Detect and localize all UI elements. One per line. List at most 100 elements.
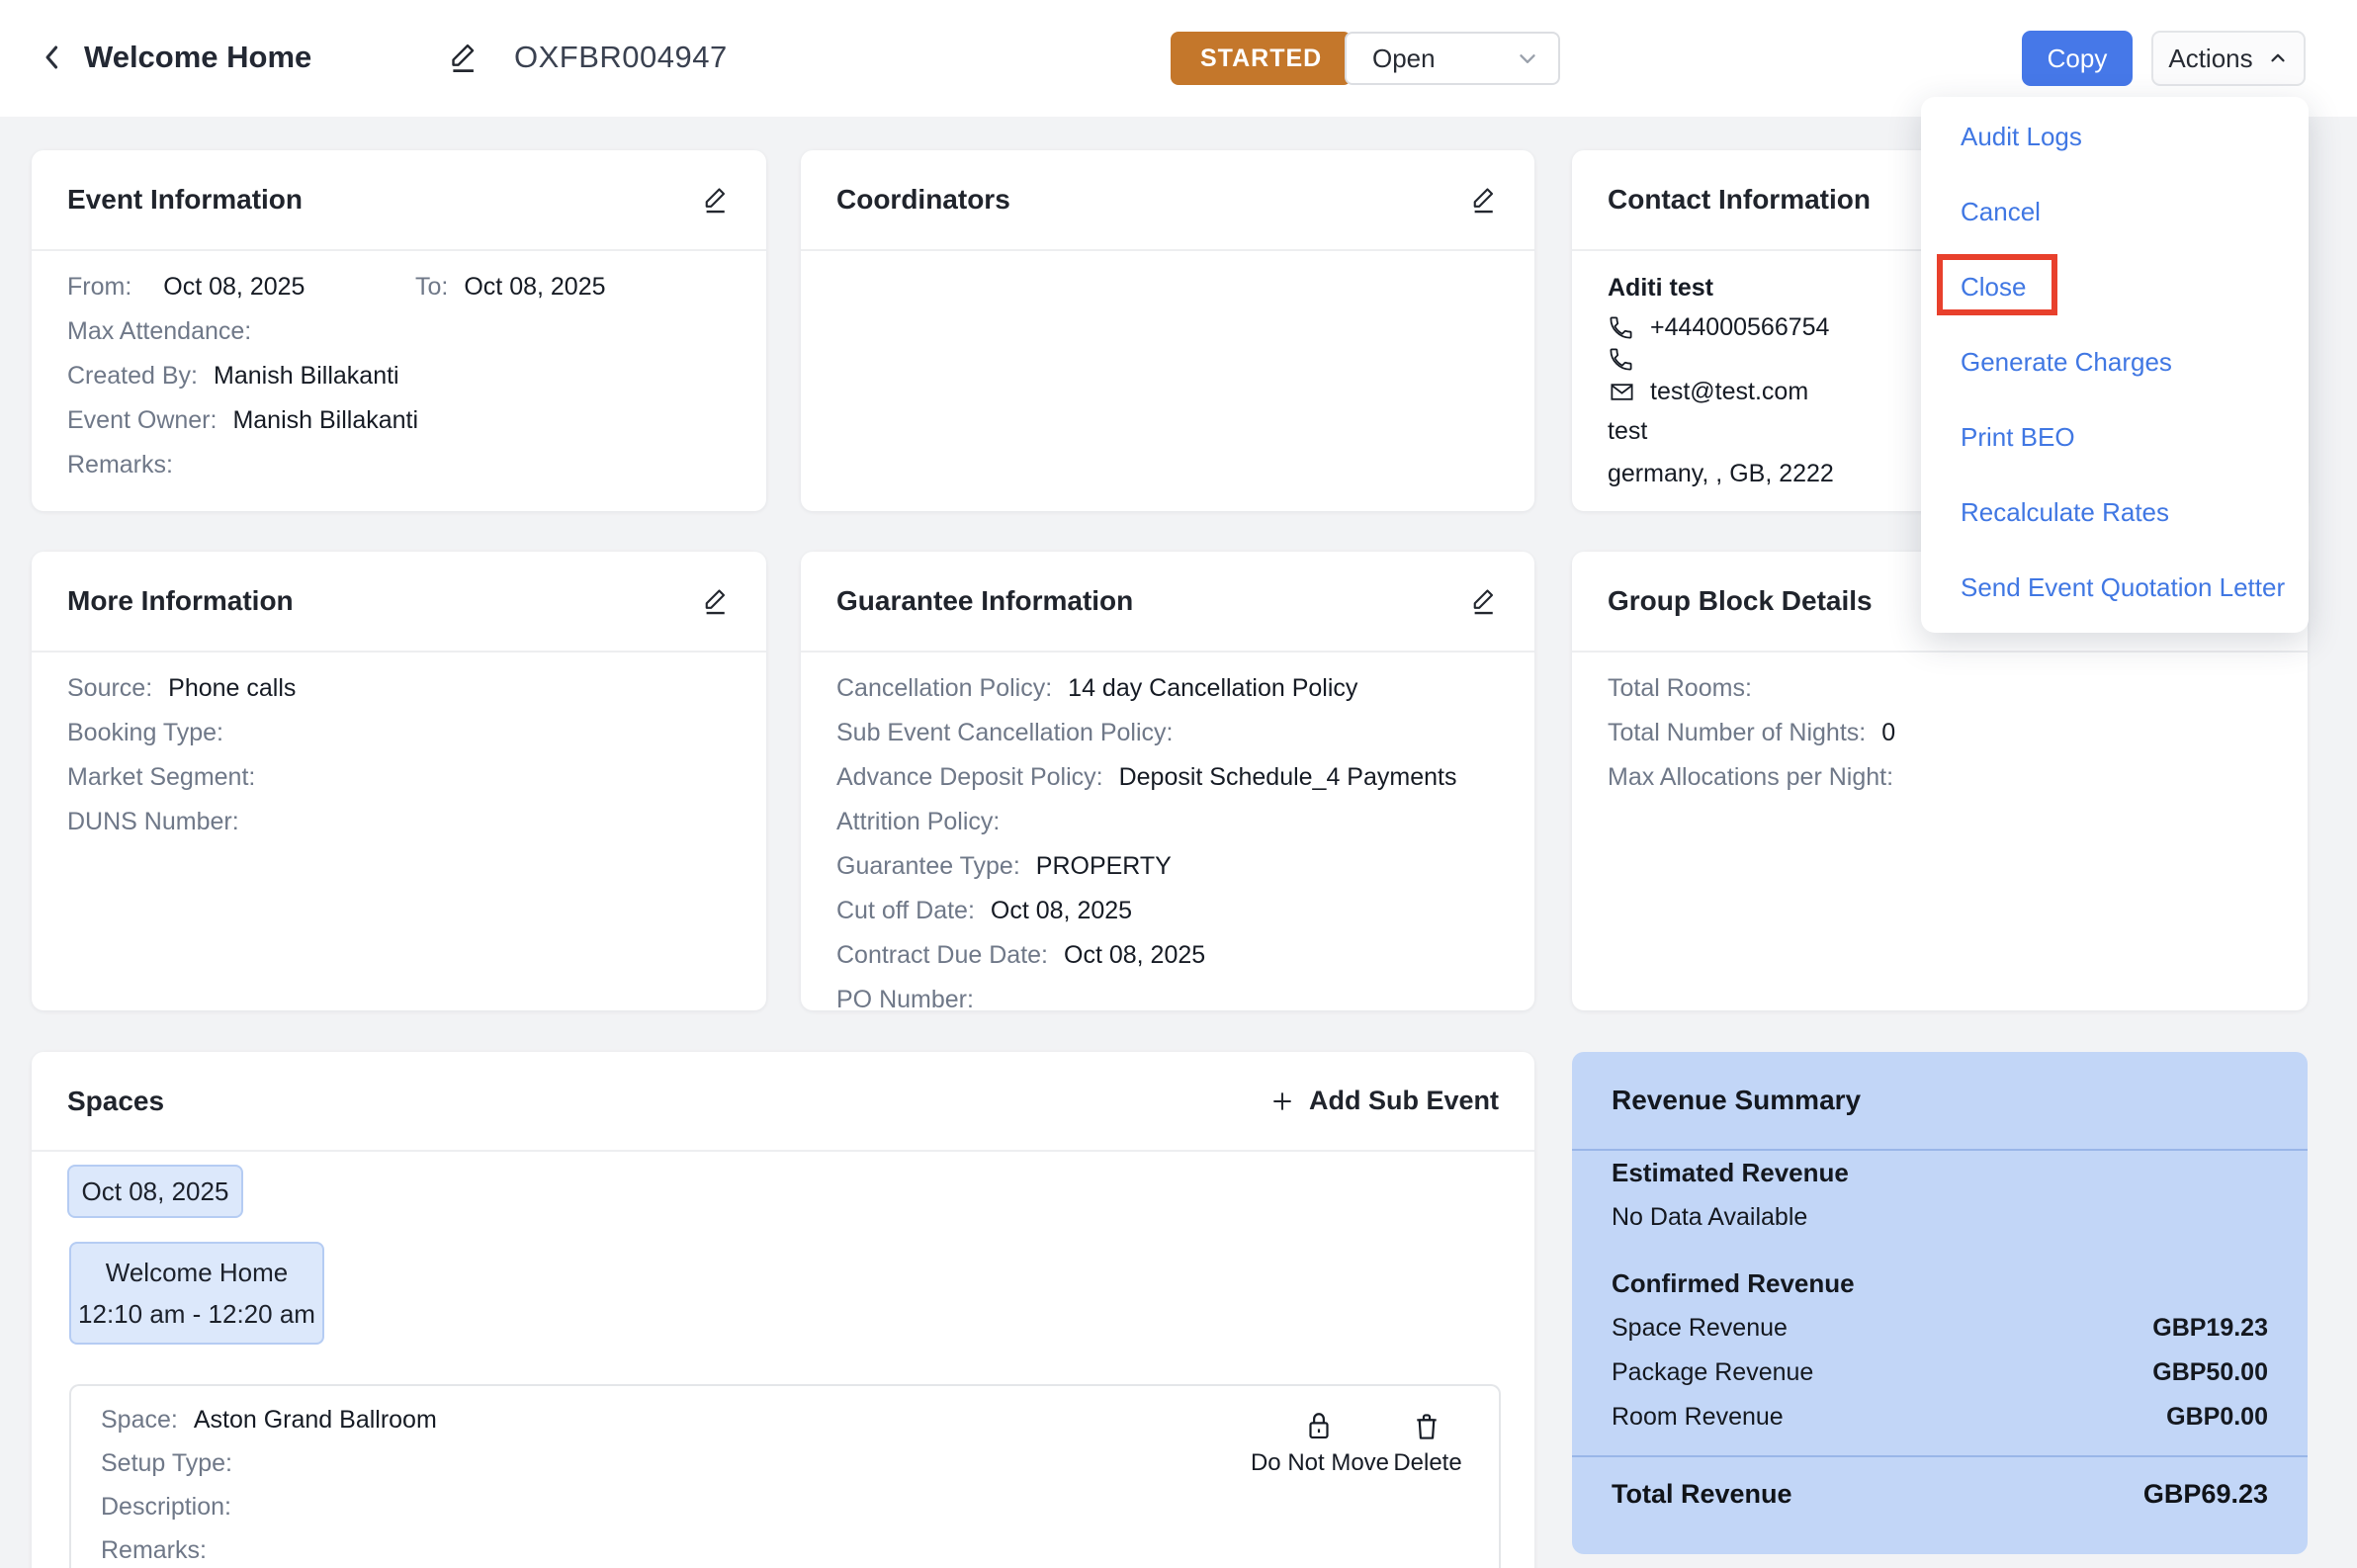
menu-item-print-beo[interactable]: Print BEO bbox=[1921, 399, 2309, 475]
contact-email: test@test.com bbox=[1650, 378, 1809, 405]
pencil-edit-icon[interactable] bbox=[447, 38, 480, 77]
chevron-left-icon bbox=[36, 41, 71, 74]
coordinators-header: Coordinators bbox=[801, 150, 1534, 251]
field-row: Cut off Date: Oct 08, 2025 bbox=[836, 897, 1133, 924]
space-date-chip[interactable]: Oct 08, 2025 bbox=[67, 1165, 243, 1218]
trash-icon bbox=[1412, 1410, 1443, 1443]
field-row: PO Number: bbox=[836, 986, 974, 1010]
actions-button[interactable]: Actions bbox=[2151, 31, 2306, 86]
revenue-summary-body: Estimated Revenue No Data Available Conf… bbox=[1572, 1151, 2308, 1510]
card-title: Guarantee Information bbox=[836, 585, 1134, 616]
phone-icon bbox=[1608, 314, 1634, 341]
revenue-row-label: Room Revenue bbox=[1612, 1403, 1784, 1431]
field-row: Remarks: bbox=[67, 451, 173, 479]
field-row: Sub Event Cancellation Policy: bbox=[836, 719, 1174, 746]
chevron-up-icon bbox=[2267, 47, 2289, 69]
actions-button-label: Actions bbox=[2168, 43, 2253, 73]
delete-button[interactable]: Delete bbox=[1358, 1410, 1497, 1477]
menu-item-recalculate-rates[interactable]: Recalculate Rates bbox=[1921, 475, 2309, 550]
card-title: Group Block Details bbox=[1608, 585, 1873, 616]
field-row: Max Attendance: bbox=[67, 317, 252, 345]
spaces-card: Spaces Add Sub Event Oct 08, 2025 Welcom… bbox=[32, 1052, 1534, 1568]
delete-label: Delete bbox=[1393, 1449, 1462, 1476]
revenue-row-label: Space Revenue bbox=[1612, 1314, 1788, 1342]
revenue-divider bbox=[1572, 1455, 2308, 1457]
revenue-row: Room Revenue GBP0.00 bbox=[1612, 1395, 2268, 1439]
add-sub-event-button[interactable]: Add Sub Event bbox=[1269, 1086, 1499, 1116]
pencil-edit-icon[interactable] bbox=[1469, 182, 1499, 218]
to-label: To: bbox=[415, 273, 449, 301]
to-value: Oct 08, 2025 bbox=[464, 273, 606, 301]
field-row: Source: Phone calls bbox=[67, 674, 297, 702]
field-row: DUNS Number: bbox=[67, 808, 239, 835]
card-title: Event Information bbox=[67, 184, 304, 215]
actions-dropdown-menu: Audit Logs Cancel Close Generate Charges… bbox=[1921, 97, 2309, 633]
revenue-row-value: GBP50.00 bbox=[2152, 1358, 2268, 1386]
copy-button[interactable]: Copy bbox=[2022, 31, 2133, 86]
space-detail-box: Space: Aston Grand Ballroom Setup Type: D… bbox=[69, 1384, 1501, 1568]
guarantee-information-card: Guarantee Information Cancellation Polic… bbox=[801, 552, 1534, 1010]
field-row: Total Number of Nights: 0 bbox=[1608, 719, 1896, 746]
group-block-details-body: Total Rooms: Total Number of Nights: 0 Ma… bbox=[1572, 653, 2308, 814]
menu-item-audit-logs[interactable]: Audit Logs bbox=[1921, 99, 2309, 174]
chevron-down-icon bbox=[1515, 45, 1540, 71]
field-row: Advance Deposit Policy: Deposit Schedule_… bbox=[836, 763, 1457, 791]
menu-item-close[interactable]: Close bbox=[1921, 249, 2309, 324]
event-details-page: Welcome Home OXFBR004947 STARTED Open Co… bbox=[0, 0, 2357, 1568]
total-revenue-label: Total Revenue bbox=[1612, 1479, 1792, 1509]
coordinators-card: Coordinators bbox=[801, 150, 1534, 511]
field-row: Market Segment: bbox=[67, 763, 256, 791]
total-revenue-value: GBP69.23 bbox=[2142, 1479, 2268, 1509]
card-title: Contact Information bbox=[1608, 184, 1871, 215]
event-dates-row: From: Oct 08, 2025 To: Oct 08, 2025 bbox=[67, 265, 731, 309]
event-information-header: Event Information bbox=[32, 150, 766, 251]
estimated-revenue-no-data: No Data Available bbox=[1612, 1203, 1808, 1231]
field-row: Created By: Manish Billakanti bbox=[67, 362, 399, 390]
menu-item-generate-charges[interactable]: Generate Charges bbox=[1921, 324, 2309, 399]
card-title: Spaces bbox=[67, 1085, 165, 1116]
field-row: Guarantee Type: PROPERTY bbox=[836, 852, 1172, 880]
field-row: Attrition Policy: bbox=[836, 808, 1001, 835]
field-row: Booking Type: bbox=[67, 719, 223, 746]
revenue-row: Package Revenue GBP50.00 bbox=[1612, 1350, 2268, 1395]
pencil-edit-icon[interactable] bbox=[1469, 583, 1499, 619]
add-sub-event-label: Add Sub Event bbox=[1308, 1086, 1499, 1115]
field-row: Remarks: bbox=[101, 1536, 207, 1564]
event-code: OXFBR004947 bbox=[514, 40, 728, 74]
guarantee-information-header: Guarantee Information bbox=[801, 552, 1534, 653]
spaces-header: Spaces Add Sub Event bbox=[32, 1052, 1534, 1152]
menu-item-send-event-quotation-letter[interactable]: Send Event Quotation Letter bbox=[1921, 550, 2309, 625]
from-label: From: bbox=[67, 273, 132, 301]
field-row: Max Allocations per Night: bbox=[1608, 763, 1894, 791]
revenue-summary-panel: Revenue Summary Estimated Revenue No Dat… bbox=[1572, 1052, 2308, 1554]
guarantee-information-body: Cancellation Policy: 14 day Cancellation … bbox=[801, 653, 1534, 1010]
back-button[interactable] bbox=[36, 40, 71, 75]
revenue-row-value: GBP19.23 bbox=[2152, 1314, 2268, 1342]
phone-icon bbox=[1608, 346, 1634, 373]
more-information-body: Source: Phone calls Booking Type: Market … bbox=[32, 653, 766, 858]
field-row: Event Owner: Manish Billakanti bbox=[67, 406, 419, 434]
pencil-edit-icon[interactable] bbox=[701, 583, 731, 619]
sub-event-name: Welcome Home bbox=[105, 1258, 289, 1287]
field-row: Description: bbox=[101, 1493, 231, 1521]
status-badge: STARTED bbox=[1171, 32, 1353, 85]
stage-select-value: Open bbox=[1372, 43, 1436, 73]
revenue-row-value: GBP0.00 bbox=[2166, 1403, 2268, 1431]
revenue-summary-header: Revenue Summary bbox=[1572, 1052, 2308, 1151]
sub-event-time: 12:10 am - 12:20 am bbox=[78, 1299, 315, 1329]
estimated-revenue-heading: Estimated Revenue bbox=[1612, 1158, 1849, 1187]
field-row: Total Rooms: bbox=[1608, 674, 1752, 702]
more-information-header: More Information bbox=[32, 552, 766, 653]
card-title: Coordinators bbox=[836, 184, 1010, 215]
event-information-body: From: Oct 08, 2025 To: Oct 08, 2025 Max … bbox=[32, 251, 766, 501]
sub-event-chip[interactable]: Welcome Home 12:10 am - 12:20 am bbox=[69, 1242, 324, 1345]
pencil-edit-icon[interactable] bbox=[701, 182, 731, 218]
more-information-card: More Information Source: Phone calls Book… bbox=[32, 552, 766, 1010]
menu-item-cancel[interactable]: Cancel bbox=[1921, 174, 2309, 249]
confirmed-revenue-heading: Confirmed Revenue bbox=[1612, 1268, 1855, 1298]
event-information-card: Event Information From: Oct 08, 2025 To:… bbox=[32, 150, 766, 511]
revenue-row-label: Package Revenue bbox=[1612, 1358, 1814, 1386]
stage-select[interactable]: Open bbox=[1345, 32, 1560, 85]
plus-icon bbox=[1269, 1089, 1295, 1114]
total-revenue-row: Total Revenue GBP69.23 bbox=[1612, 1479, 2268, 1510]
